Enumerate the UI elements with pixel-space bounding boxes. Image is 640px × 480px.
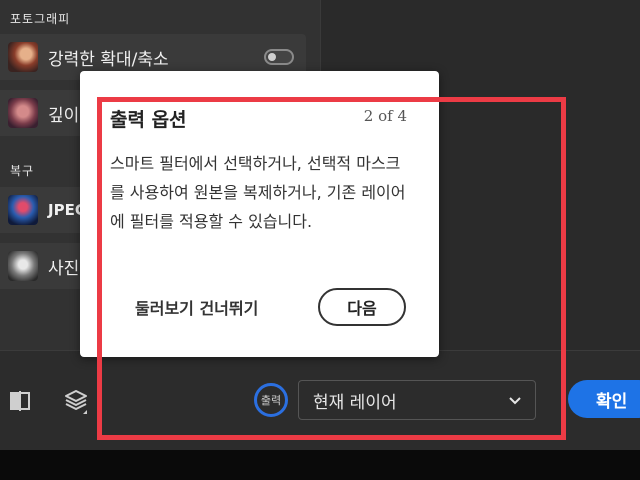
next-button[interactable]: 다음 (318, 288, 406, 326)
section-title-restore: 복구 (10, 164, 35, 178)
bottom-strip (0, 450, 640, 480)
filter-thumbnail (8, 42, 38, 72)
section-title-photography: 포토그래피 (10, 12, 71, 26)
filter-item-label: 사진 (48, 258, 80, 279)
filter-item-label: 깊이 (48, 105, 80, 126)
filter-thumbnail (8, 251, 38, 281)
layers-icon (65, 390, 87, 414)
output-indicator: 출력 (254, 383, 288, 417)
app-window: 포토그래피 강력한 확대/축소 깊이 복구 JPEG 사진 출력 현재 레이어 … (0, 0, 640, 480)
confirm-button[interactable]: 확인 (568, 380, 640, 418)
tour-title: 출력 옵션 (110, 109, 187, 131)
output-select[interactable]: 현재 레이어 (298, 380, 536, 420)
tour-body-text: 스마트 필터에서 선택하거나, 선택적 마스크를 사용하여 원본을 복제하거나,… (110, 154, 406, 231)
output-select-value: 현재 레이어 (313, 392, 397, 413)
toggle-knob (268, 53, 276, 61)
chevron-down-icon (509, 397, 521, 405)
split-view-icon (10, 391, 30, 411)
filter-item-label: 강력한 확대/축소 (48, 49, 169, 70)
skip-tour-button[interactable]: 둘러보기 건너뛰기 (135, 295, 258, 319)
filter-thumbnail (8, 195, 38, 225)
filter-thumbnail (8, 98, 38, 128)
filter-toggle[interactable] (264, 49, 294, 65)
tour-dialog: 출력 옵션 2 of 4 스마트 필터에서 선택하거나, 선택적 마스크를 사용… (80, 71, 439, 357)
tour-step-counter: 2 of 4 (363, 107, 407, 125)
compare-view-button[interactable] (4, 385, 36, 417)
layers-button[interactable] (60, 385, 92, 417)
